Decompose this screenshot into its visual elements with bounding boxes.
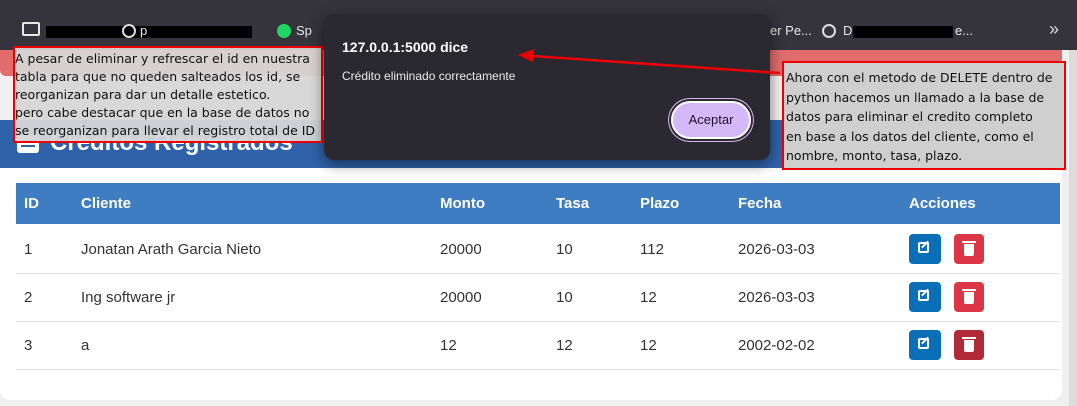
edit-icon [918, 338, 929, 349]
table-row: 3 a 12 12 12 2002-02-02 [16, 321, 1060, 370]
table-row: 1 Jonatan Arath Garcia Nieto 20000 10 11… [16, 225, 1060, 274]
cell-cliente: Jonatan Arath Garcia Nieto [81, 241, 262, 258]
column-header-tasa: Tasa [556, 195, 590, 212]
column-header-monto: Monto [440, 195, 485, 212]
chevron-double-right-icon[interactable]: » [1049, 19, 1059, 40]
folder-icon[interactable] [22, 22, 40, 36]
trash-icon [962, 289, 976, 304]
bookmark-label[interactable]: D [843, 23, 852, 38]
globe-icon [122, 24, 136, 38]
cell-id: 1 [24, 241, 33, 258]
annotation-line: se reorganizan para llevar el registro t… [15, 123, 316, 138]
annotation-line: tabla para que no queden salteados los i… [15, 69, 301, 84]
alert-dialog: 127.0.0.1:5000 dice Crédito eliminado co… [324, 14, 770, 160]
delete-button[interactable] [954, 330, 984, 360]
credits-table-card: ID Cliente Monto Tasa Plazo Fecha Accion… [0, 168, 1062, 400]
accept-button[interactable]: Aceptar [671, 101, 751, 139]
cell-cliente: a [81, 337, 90, 354]
cell-fecha: 2026-03-03 [738, 289, 815, 306]
cell-plazo: 12 [640, 289, 657, 306]
cell-tasa: 10 [556, 241, 573, 258]
annotation-line: reorganizan para dar un detalle estetico… [15, 87, 271, 102]
bookmark-label[interactable]: er Pe... [770, 23, 812, 38]
redacted-bookmark[interactable] [853, 26, 953, 38]
table-row: 2 Ing software jr 20000 10 12 2026-03-03 [16, 273, 1060, 322]
column-header-plazo: Plazo [640, 195, 680, 212]
column-header-acciones: Acciones [909, 195, 976, 212]
cell-fecha: 2026-03-03 [738, 241, 815, 258]
column-header-fecha: Fecha [738, 195, 782, 212]
cell-id: 2 [24, 289, 33, 306]
cell-plazo: 12 [640, 337, 657, 354]
edit-button[interactable] [909, 330, 941, 360]
cell-tasa: 12 [556, 337, 573, 354]
edit-icon [918, 242, 929, 253]
redacted-bookmark[interactable] [46, 26, 252, 38]
edit-icon [918, 290, 929, 301]
annotation-line: en base a los datos del cliente, como el [786, 128, 1034, 144]
bookmark-label[interactable]: Sp [296, 23, 312, 38]
column-header-cliente: Cliente [81, 195, 132, 212]
cell-id: 3 [24, 337, 33, 354]
annotation-line: python hacemos un llamado a la base de [786, 89, 1045, 105]
annotation-left: A pesar de eliminar y refrescar el id en… [13, 46, 323, 143]
dialog-title: 127.0.0.1:5000 dice [342, 39, 469, 55]
table-header: ID Cliente Monto Tasa Plazo Fecha Accion… [16, 183, 1060, 224]
column-header-id: ID [24, 195, 39, 212]
bookmark-label[interactable]: e... [955, 23, 973, 38]
spotify-icon [277, 24, 291, 38]
scrollbar[interactable] [1069, 50, 1077, 406]
cell-fecha: 2002-02-02 [738, 337, 815, 354]
annotation-right: Ahora con el metodo de DELETE dentro de … [782, 61, 1066, 170]
trash-icon [962, 337, 976, 352]
cell-monto: 12 [440, 337, 457, 354]
annotation-line: nombre, monto, tasa, plazo. [786, 148, 963, 163]
cell-cliente: Ing software jr [81, 289, 176, 306]
globe-icon [822, 24, 836, 38]
bookmark-label[interactable]: p [140, 23, 147, 38]
delete-button[interactable] [954, 234, 984, 264]
annotation-line: Ahora con el metodo de DELETE dentro de [786, 70, 1053, 85]
cell-monto: 20000 [440, 241, 482, 258]
annotation-line: A pesar de eliminar y refrescar el id en… [15, 51, 310, 66]
dialog-message: Crédito eliminado correctamente [342, 69, 516, 83]
cell-tasa: 10 [556, 289, 573, 306]
trash-icon [962, 241, 976, 256]
delete-button[interactable] [954, 282, 984, 312]
edit-button[interactable] [909, 282, 941, 312]
annotation-line: pero cabe destacar que en la base de dat… [15, 105, 310, 120]
cell-monto: 20000 [440, 289, 482, 306]
cell-plazo: 112 [640, 241, 664, 258]
edit-button[interactable] [909, 234, 941, 264]
annotation-line: datos para eliminar el credito completo [786, 109, 1033, 124]
